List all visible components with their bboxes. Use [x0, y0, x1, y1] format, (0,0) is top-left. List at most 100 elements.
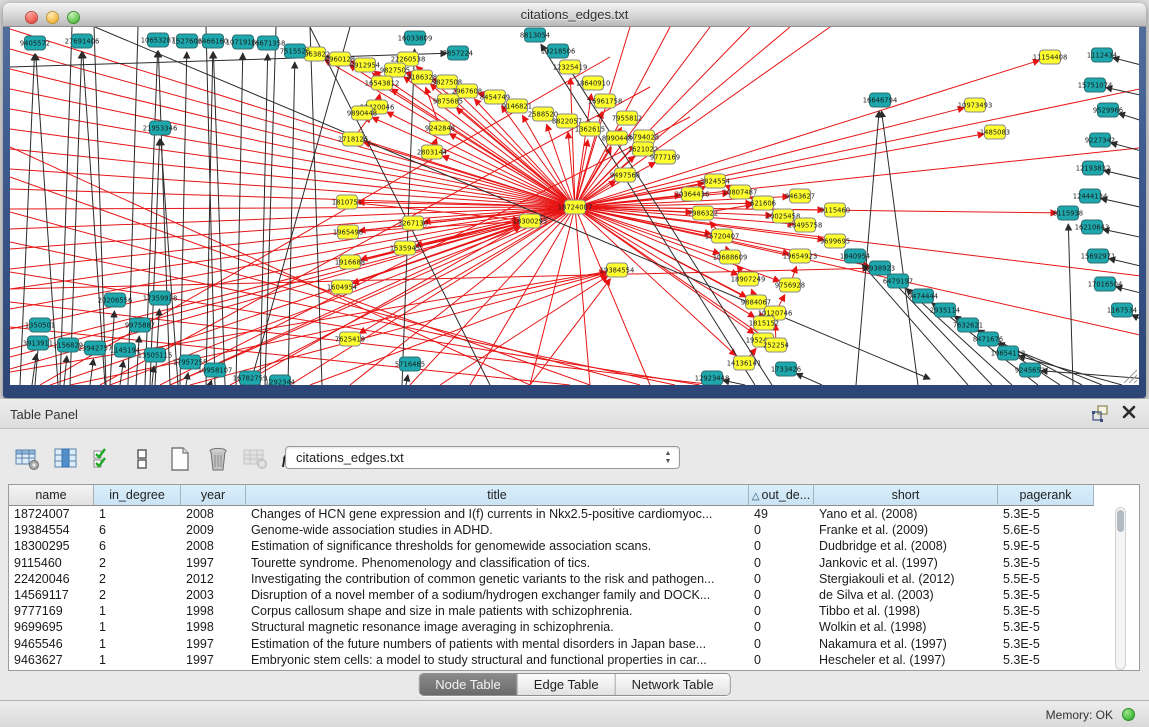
float-panel-icon[interactable]	[1091, 404, 1109, 422]
graph-node[interactable]: 7515526	[280, 44, 310, 58]
graph-node[interactable]: 2803144	[417, 145, 447, 159]
graph-node[interactable]: 8813054	[520, 28, 550, 42]
graph-node[interactable]: 9756928	[775, 278, 805, 292]
graph-node[interactable]: 14136141	[727, 356, 762, 370]
graph-node[interactable]: 16210643	[1075, 220, 1110, 234]
graph-node[interactable]: 16646794	[863, 93, 898, 107]
table-row[interactable]: 977716911998Corpus callosum shape and si…	[9, 603, 1139, 619]
graph-node[interactable]: 9975887	[125, 318, 155, 332]
column-header-out-de-[interactable]: △out_de...	[749, 485, 814, 506]
graph-node[interactable]: 12193832	[1076, 161, 1111, 175]
column-header-pagerank[interactable]: pagerank	[998, 485, 1094, 506]
graph-node[interactable]: 15720407	[705, 229, 740, 243]
graph-node[interactable]: 6479197	[883, 274, 913, 288]
graph-node[interactable]: 9777169	[650, 150, 680, 164]
graph-node[interactable]: 1167534	[1107, 303, 1137, 317]
graph-node[interactable]: 8938923	[865, 261, 895, 275]
graph-node[interactable]: 1916688	[335, 255, 365, 269]
table-row[interactable]: 946362711997Embryonic stem cells: a mode…	[9, 652, 1139, 668]
graph-node[interactable]: 621606	[750, 196, 776, 210]
graph-node[interactable]: 3913911	[23, 336, 53, 350]
graph-node[interactable]: 252254	[763, 338, 789, 352]
table-row[interactable]: 1456911722003Disruption of a novel membe…	[9, 587, 1139, 603]
graph-node[interactable]: 1604954	[327, 280, 357, 294]
graph-node[interactable]: 15692971	[1081, 249, 1116, 263]
graph-node[interactable]: 16033809	[398, 31, 433, 45]
graph-node[interactable]: 9405572	[20, 36, 50, 50]
graph-node[interactable]: 1733426	[771, 362, 801, 376]
window-titlebar[interactable]: citations_edges.txt	[3, 3, 1146, 27]
graph-node[interactable]: 11154408	[1033, 50, 1068, 64]
network-canvas[interactable]: 1872400779638228960128891295422260538982…	[10, 27, 1139, 385]
row-height-icon[interactable]	[128, 445, 156, 473]
table-settings-icon[interactable]	[14, 445, 42, 473]
graph-node[interactable]: 8912954	[350, 58, 380, 72]
tab-node-table[interactable]: Node Table	[419, 674, 518, 695]
delete-column-icon[interactable]	[204, 445, 232, 473]
table-row[interactable]: 946554611997Estimation of the future num…	[9, 636, 1139, 652]
tab-edge-table[interactable]: Edge Table	[518, 674, 616, 695]
column-settings-icon[interactable]	[52, 445, 80, 473]
graph-node[interactable]: 1362615	[575, 122, 605, 136]
graph-node[interactable]: 10653287	[141, 33, 176, 47]
graph-node[interactable]: 18640910	[576, 76, 611, 90]
graph-node[interactable]: 15751074	[1078, 78, 1113, 92]
graph-node[interactable]: 9529966	[1093, 103, 1123, 117]
graph-node[interactable]: 7632621	[953, 318, 983, 332]
graph-node[interactable]: 1535945	[390, 241, 420, 255]
new-table-icon[interactable]	[166, 445, 194, 473]
graph-node[interactable]: 9115460	[820, 203, 850, 217]
graph-node[interactable]: 10973493	[958, 98, 993, 112]
graph-node[interactable]: 9875685	[433, 94, 463, 108]
scrollbar-thumb[interactable]	[1117, 510, 1124, 532]
graph-node[interactable]: 3824554	[700, 174, 730, 188]
table-selector-dropdown[interactable]: citations_edges.txt ▲▼	[285, 446, 680, 469]
graph-node[interactable]: 2935114	[930, 303, 960, 317]
graph-node[interactable]: 1485083	[980, 125, 1010, 139]
graph-node[interactable]: 2718126	[338, 132, 368, 146]
graph-node[interactable]: 9463627	[785, 189, 815, 203]
table-row[interactable]: 1830029562008Estimation of significance …	[9, 538, 1139, 554]
table-row[interactable]: 1938455462009Genome-wide association stu…	[9, 522, 1139, 538]
graph-node[interactable]: 7986322	[688, 206, 718, 220]
graph-node[interactable]: 1112434	[1087, 48, 1117, 62]
tab-network-table[interactable]: Network Table	[616, 674, 730, 695]
graph-node[interactable]: 1965498	[333, 225, 363, 239]
graph-node[interactable]: 9242848	[425, 121, 455, 135]
graph-node[interactable]: 9827505	[380, 63, 410, 77]
graph-node[interactable]: 1292344	[265, 375, 295, 385]
graph-node[interactable]: 8990448	[602, 131, 632, 145]
graph-node[interactable]: 3267130	[398, 216, 428, 230]
select-columns-icon[interactable]	[90, 445, 118, 473]
graph-node[interactable]: 1840954	[840, 249, 870, 263]
graph-node[interactable]: 7625419	[335, 332, 365, 346]
column-header-name[interactable]: name	[9, 485, 94, 506]
table-row[interactable]: 911546021997Tourette syndrome. Phenomeno…	[9, 555, 1139, 571]
graph-node[interactable]: 8471676	[973, 332, 1003, 346]
close-panel-icon[interactable]	[1121, 404, 1139, 422]
network-view-window[interactable]: citations_edges.txt 18724007796382289601…	[3, 3, 1146, 398]
graph-node[interactable]: 10654112	[991, 346, 1026, 360]
graph-node[interactable]: 8115938	[1053, 206, 1083, 220]
graph-node[interactable]: 9227342	[1085, 133, 1115, 147]
graph-node[interactable]: 9699695	[820, 234, 850, 248]
column-header-in-degree[interactable]: in_degree	[94, 485, 181, 506]
graph-node[interactable]: 1810751	[332, 195, 362, 209]
column-header-short[interactable]: short	[814, 485, 998, 506]
graph-node[interactable]: 17016504	[1088, 277, 1123, 291]
table-row[interactable]: 969969511998Structural magnetic resonanc…	[9, 619, 1139, 635]
graph-node[interactable]: 16782759	[233, 371, 268, 385]
graph-node[interactable]: 1350501	[25, 318, 55, 332]
graph-node[interactable]: 9474444	[908, 289, 938, 303]
graph-node[interactable]: 19218506	[541, 44, 576, 58]
graph-node[interactable]: 6466160	[198, 34, 228, 48]
delete-table-icon[interactable]	[242, 445, 270, 473]
column-header-year[interactable]: year	[181, 485, 246, 506]
table-row[interactable]: 1872400712008Changes of HCN gene express…	[9, 506, 1139, 522]
graph-node[interactable]: 10688609	[713, 250, 748, 264]
graph-node[interactable]: 20364436	[675, 187, 710, 201]
column-header-title[interactable]: title	[246, 485, 749, 506]
graph-node[interactable]: 7955812	[612, 111, 642, 125]
graph-node[interactable]: 7857224	[443, 46, 473, 60]
table-row[interactable]: 2242004622012Investigating the contribut…	[9, 571, 1139, 587]
